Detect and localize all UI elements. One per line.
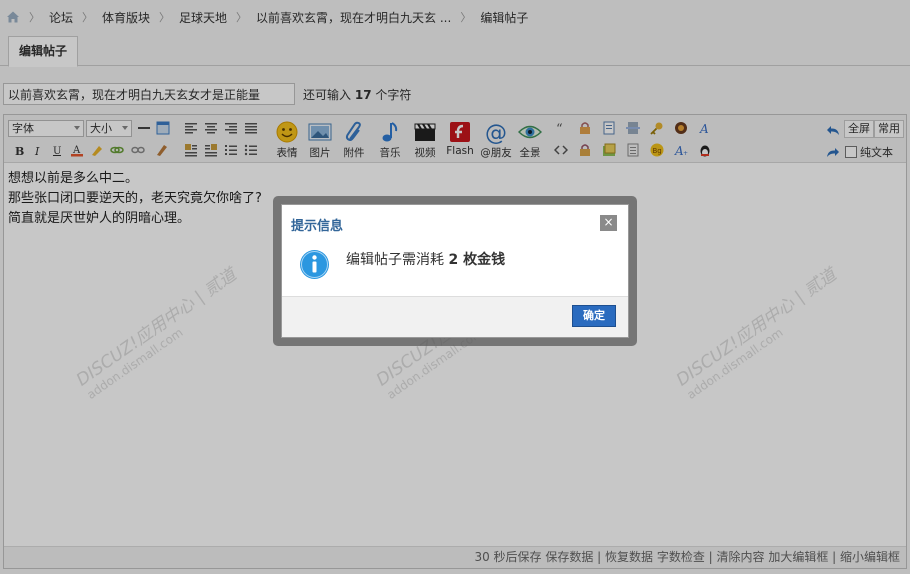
watermark: DISCUZ!应用中心 | 贰道 addon.dismall.com xyxy=(70,261,248,402)
watermark-sub: addon.dismall.com xyxy=(84,325,186,402)
watermark-main: DISCUZ!应用中心 | 贰道 xyxy=(72,264,241,391)
dialog-message-cost: 2 枚金钱 xyxy=(448,252,506,268)
info-icon xyxy=(300,250,329,279)
dialog-message-text: 编辑帖子需消耗 xyxy=(346,252,444,268)
dialog-footer: 确定 xyxy=(282,296,628,337)
close-icon[interactable]: × xyxy=(600,215,617,231)
dialog-message: 编辑帖子需消耗 2 枚金钱 xyxy=(346,249,505,269)
watermark-main: DISCUZ!应用中心 | 贰道 xyxy=(672,264,841,391)
dialog-title: 提示信息 xyxy=(291,219,344,234)
notice-dialog: 提示信息 × 编辑帖子需消耗 2 枚金钱 确定 xyxy=(281,204,629,338)
watermark: DISCUZ!应用中心 | 贰道 addon.dismall.com xyxy=(670,261,848,402)
confirm-button[interactable]: 确定 xyxy=(572,305,616,327)
watermark-sub: addon.dismall.com xyxy=(684,325,786,402)
